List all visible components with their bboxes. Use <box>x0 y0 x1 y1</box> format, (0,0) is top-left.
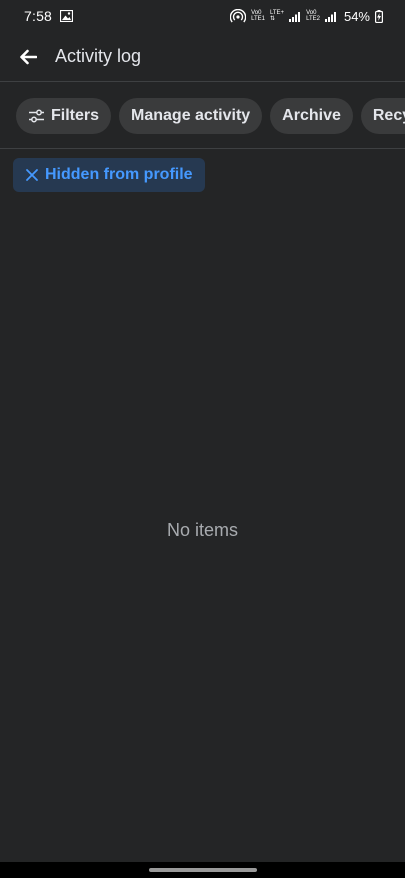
sim1-data-label: LTE+ ⇅ <box>270 10 284 22</box>
recycle-bin-chip[interactable]: Recyc <box>360 98 405 134</box>
activity-log-screen: 7:58 Vo0 LTE1 LTE+ ⇅ Vo0 LTE2 54% Activi… <box>0 0 405 878</box>
filters-chip-label: Filters <box>51 107 100 124</box>
filters-chip[interactable]: Filters <box>16 98 112 134</box>
page-title: Activity log <box>55 46 142 66</box>
status-time: 7:58 <box>24 8 53 24</box>
status-left: 7:58 <box>24 8 74 24</box>
signal-sim1-icon <box>289 11 301 22</box>
home-gesture-handle[interactable] <box>148 868 257 872</box>
back-arrow-icon <box>20 49 37 64</box>
status-right: Vo0 LTE1 LTE+ ⇅ Vo0 LTE2 54% <box>230 9 383 24</box>
active-filter-label: Hidden from profile <box>45 166 193 183</box>
system-nav-bar <box>0 862 405 878</box>
hotspot-icon <box>230 9 247 23</box>
battery-charging-icon <box>375 9 383 23</box>
sliders-icon <box>28 109 45 123</box>
recycle-bin-chip-label: Recyc <box>372 107 405 124</box>
close-icon[interactable] <box>25 168 39 182</box>
empty-state-message: No items <box>166 520 238 540</box>
sim1-lte-text: LTE1 <box>251 16 265 22</box>
archive-chip[interactable]: Archive <box>270 98 353 134</box>
chip-scroll-row[interactable]: Filters Manage activity Archive Recyc <box>0 82 405 149</box>
gallery-notification-icon <box>60 10 74 22</box>
battery-percent: 54% <box>343 8 370 24</box>
sim2-lte-text: LTE2 <box>306 16 320 22</box>
sim1-network-label: Vo0 LTE1 <box>251 10 265 22</box>
manage-activity-chip[interactable]: Manage activity <box>119 98 263 134</box>
back-button[interactable] <box>15 44 41 70</box>
data-arrows-icon: ⇅ <box>270 16 276 22</box>
chip-track: Filters Manage activity Archive Recyc <box>16 98 405 134</box>
archive-chip-label: Archive <box>282 107 341 124</box>
active-filter-tag[interactable]: Hidden from profile <box>13 158 205 192</box>
sim2-network-label: Vo0 LTE2 <box>306 10 320 22</box>
signal-sim2-icon <box>324 11 337 22</box>
manage-activity-chip-label: Manage activity <box>131 107 251 124</box>
status-bar: 7:58 Vo0 LTE1 LTE+ ⇅ Vo0 LTE2 54% <box>0 0 405 32</box>
app-header: Activity log <box>0 32 405 82</box>
